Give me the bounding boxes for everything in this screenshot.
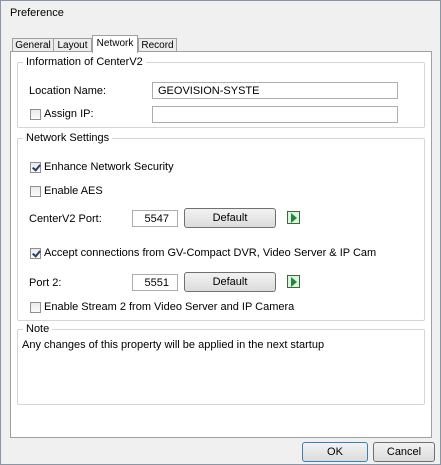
tab-network[interactable]: Network: [92, 35, 138, 53]
note-group: Note Any changes of this property will b…: [17, 323, 425, 405]
port2-label: Port 2:: [29, 277, 62, 289]
enhance-security-checkbox[interactable]: [30, 162, 41, 173]
stream2-label: Enable Stream 2 from Video Server and IP…: [44, 301, 295, 313]
centerv2-port-field[interactable]: [132, 210, 178, 227]
dialog-footer: OK Cancel: [1, 436, 440, 464]
tab-general[interactable]: General: [12, 38, 54, 52]
location-name-label: Location Name:: [29, 85, 107, 97]
network-settings-group: Network Settings Enhance Network Securit…: [17, 132, 425, 321]
note-legend: Note: [26, 323, 50, 335]
enhance-security-label: Enhance Network Security: [44, 161, 174, 173]
preference-window: Preference General Layout Network Record…: [0, 0, 441, 465]
cancel-button[interactable]: Cancel: [373, 442, 435, 462]
centerv2-port-default-button[interactable]: Default: [184, 208, 276, 228]
title-bar: Preference: [1, 1, 440, 27]
enable-aes-checkbox[interactable]: [30, 186, 41, 197]
information-group-legend: Information of CenterV2: [26, 56, 143, 68]
stream2-checkbox[interactable]: [30, 302, 41, 313]
centerv2-port-play-icon[interactable]: [287, 211, 300, 224]
note-text: Any changes of this property will be app…: [22, 339, 325, 351]
accept-connections-checkbox[interactable]: [30, 248, 41, 259]
centerv2-port-label: CenterV2 Port:: [29, 213, 102, 225]
assign-ip-checkbox[interactable]: [30, 109, 41, 120]
location-name-field[interactable]: [152, 82, 398, 99]
network-settings-legend: Network Settings: [26, 132, 110, 144]
port2-play-icon[interactable]: [287, 275, 300, 288]
port2-default-button[interactable]: Default: [184, 272, 276, 292]
tab-record[interactable]: Record: [138, 38, 177, 52]
assign-ip-label: Assign IP:: [44, 108, 94, 120]
tab-layout[interactable]: Layout: [53, 38, 92, 52]
network-tab-panel: Information of CenterV2 Location Name: A…: [10, 51, 432, 438]
window-title: Preference: [10, 7, 64, 19]
ok-button[interactable]: OK: [302, 442, 368, 462]
assign-ip-field[interactable]: [152, 106, 398, 123]
information-group: Information of CenterV2 Location Name: A…: [17, 56, 425, 128]
accept-connections-label: Accept connections from GV-Compact DVR, …: [44, 247, 377, 259]
enable-aes-label: Enable AES: [44, 185, 103, 197]
port2-field[interactable]: [132, 274, 178, 291]
